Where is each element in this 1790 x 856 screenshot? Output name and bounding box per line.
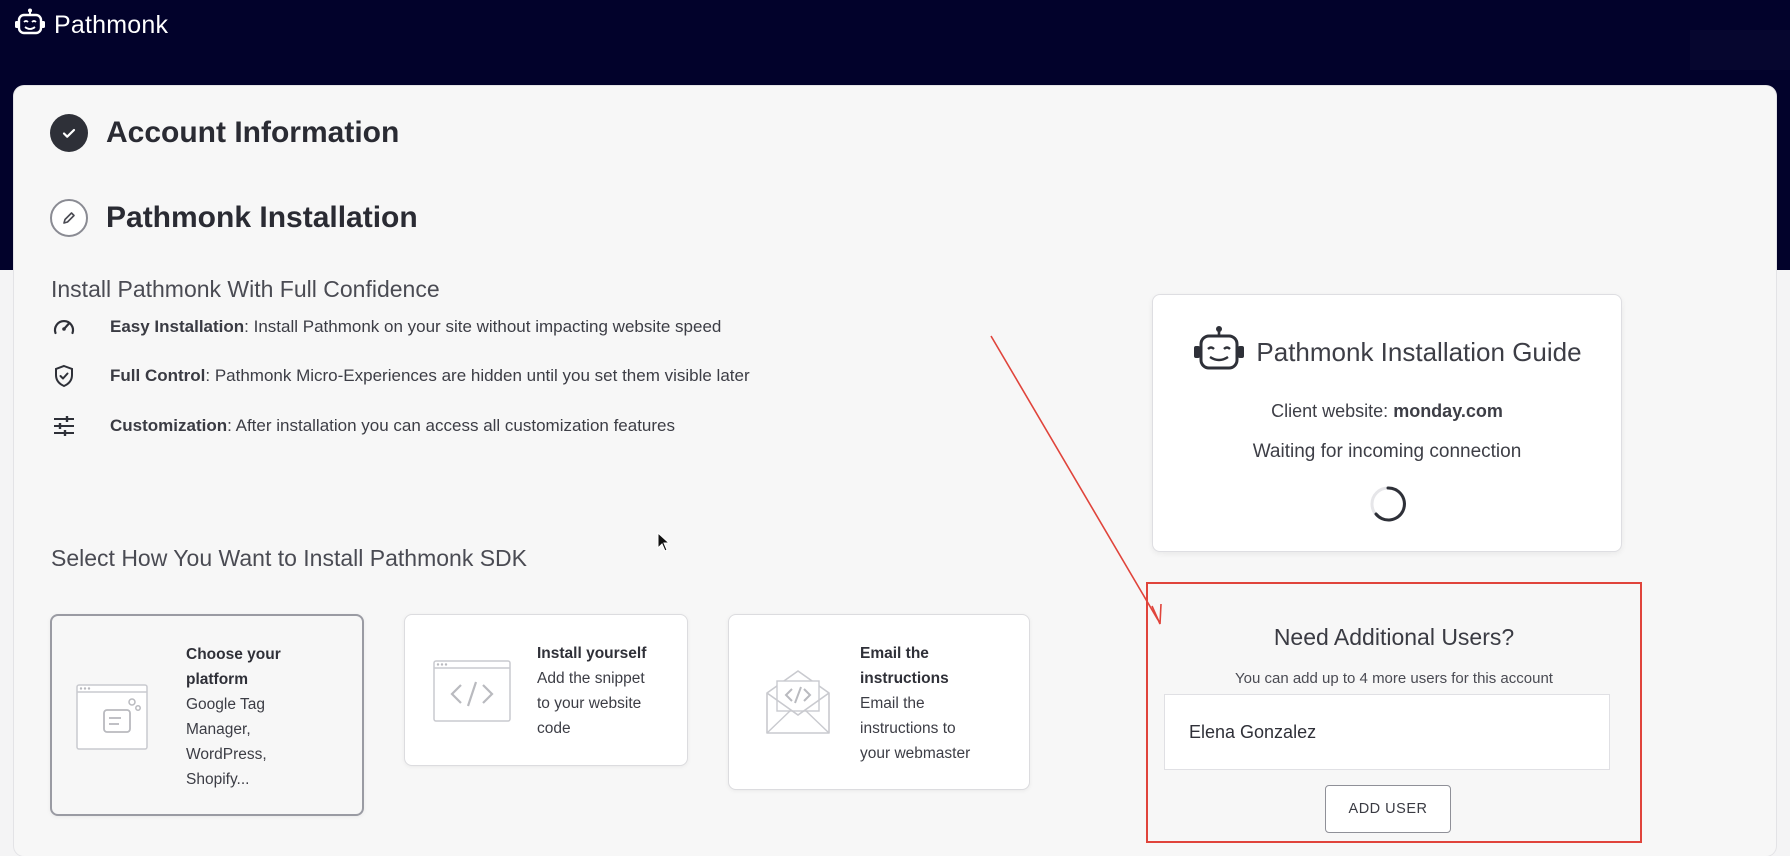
code-window-icon	[433, 660, 513, 729]
option-text: Choose your platform Google Tag Manager,…	[186, 646, 281, 788]
guide-title: Pathmonk Installation Guide	[1256, 337, 1582, 367]
brand-name: Pathmonk	[54, 11, 169, 39]
step-title: Pathmonk Installation	[106, 201, 418, 234]
robot-logo-icon	[1192, 325, 1246, 380]
loading-spinner-icon	[1369, 485, 1407, 528]
users-title: Need Additional Users?	[1273, 624, 1515, 650]
add-user-button[interactable]: ADD USER	[1325, 785, 1451, 833]
option-choose-platform[interactable]: Choose your platform Google Tag Manager,…	[50, 614, 364, 816]
platform-window-icon	[76, 684, 150, 755]
speedometer-icon	[50, 315, 78, 339]
option-email-instructions[interactable]: Email the instructions Email the instruc…	[728, 614, 1030, 790]
robot-logo-icon	[14, 8, 46, 43]
users-subtitle: You can add up to 4 more users for this …	[1235, 670, 1553, 687]
check-icon	[50, 114, 88, 152]
additional-users-panel: Need Additional Users? You can add up to…	[1146, 582, 1642, 843]
option-install-yourself[interactable]: Install yourself Add the snippet to your…	[404, 614, 688, 766]
option-text: Email the instructions Email the instruc…	[860, 645, 971, 762]
feature-easy-installation: Easy Installation: Install Pathmonk on y…	[50, 315, 721, 339]
client-website-value: monday.com	[1393, 401, 1503, 421]
topbar-right-area	[1690, 30, 1790, 70]
client-website: Client website: monday.com	[1271, 401, 1503, 421]
feature-full-control: Full Control: Pathmonk Micro-Experiences…	[50, 364, 750, 388]
select-install-heading: Select How You Want to Install Pathmonk …	[51, 545, 528, 571]
feature-customization: Customization: After installation you ca…	[50, 414, 675, 438]
pencil-icon	[50, 199, 88, 237]
step-pathmonk-installation[interactable]: Pathmonk Installation	[50, 199, 418, 237]
option-text: Install yourself Add the snippet to your…	[537, 645, 647, 737]
sliders-icon	[50, 414, 78, 438]
install-heading: Install Pathmonk With Full Confidence	[51, 276, 440, 302]
installation-guide-card: Pathmonk Installation Guide Client websi…	[1152, 294, 1622, 552]
step-title: Account Information	[106, 116, 400, 149]
user-name-input[interactable]	[1164, 694, 1610, 770]
brand[interactable]: Pathmonk	[14, 8, 168, 43]
mouse-cursor-icon	[657, 531, 671, 557]
shield-check-icon	[50, 364, 78, 388]
step-account-information[interactable]: Account Information	[50, 114, 399, 152]
code-envelope-icon	[765, 669, 831, 740]
connection-status: Waiting for incoming connection	[1252, 441, 1522, 462]
guide-header: Pathmonk Installation Guide	[1153, 325, 1621, 380]
